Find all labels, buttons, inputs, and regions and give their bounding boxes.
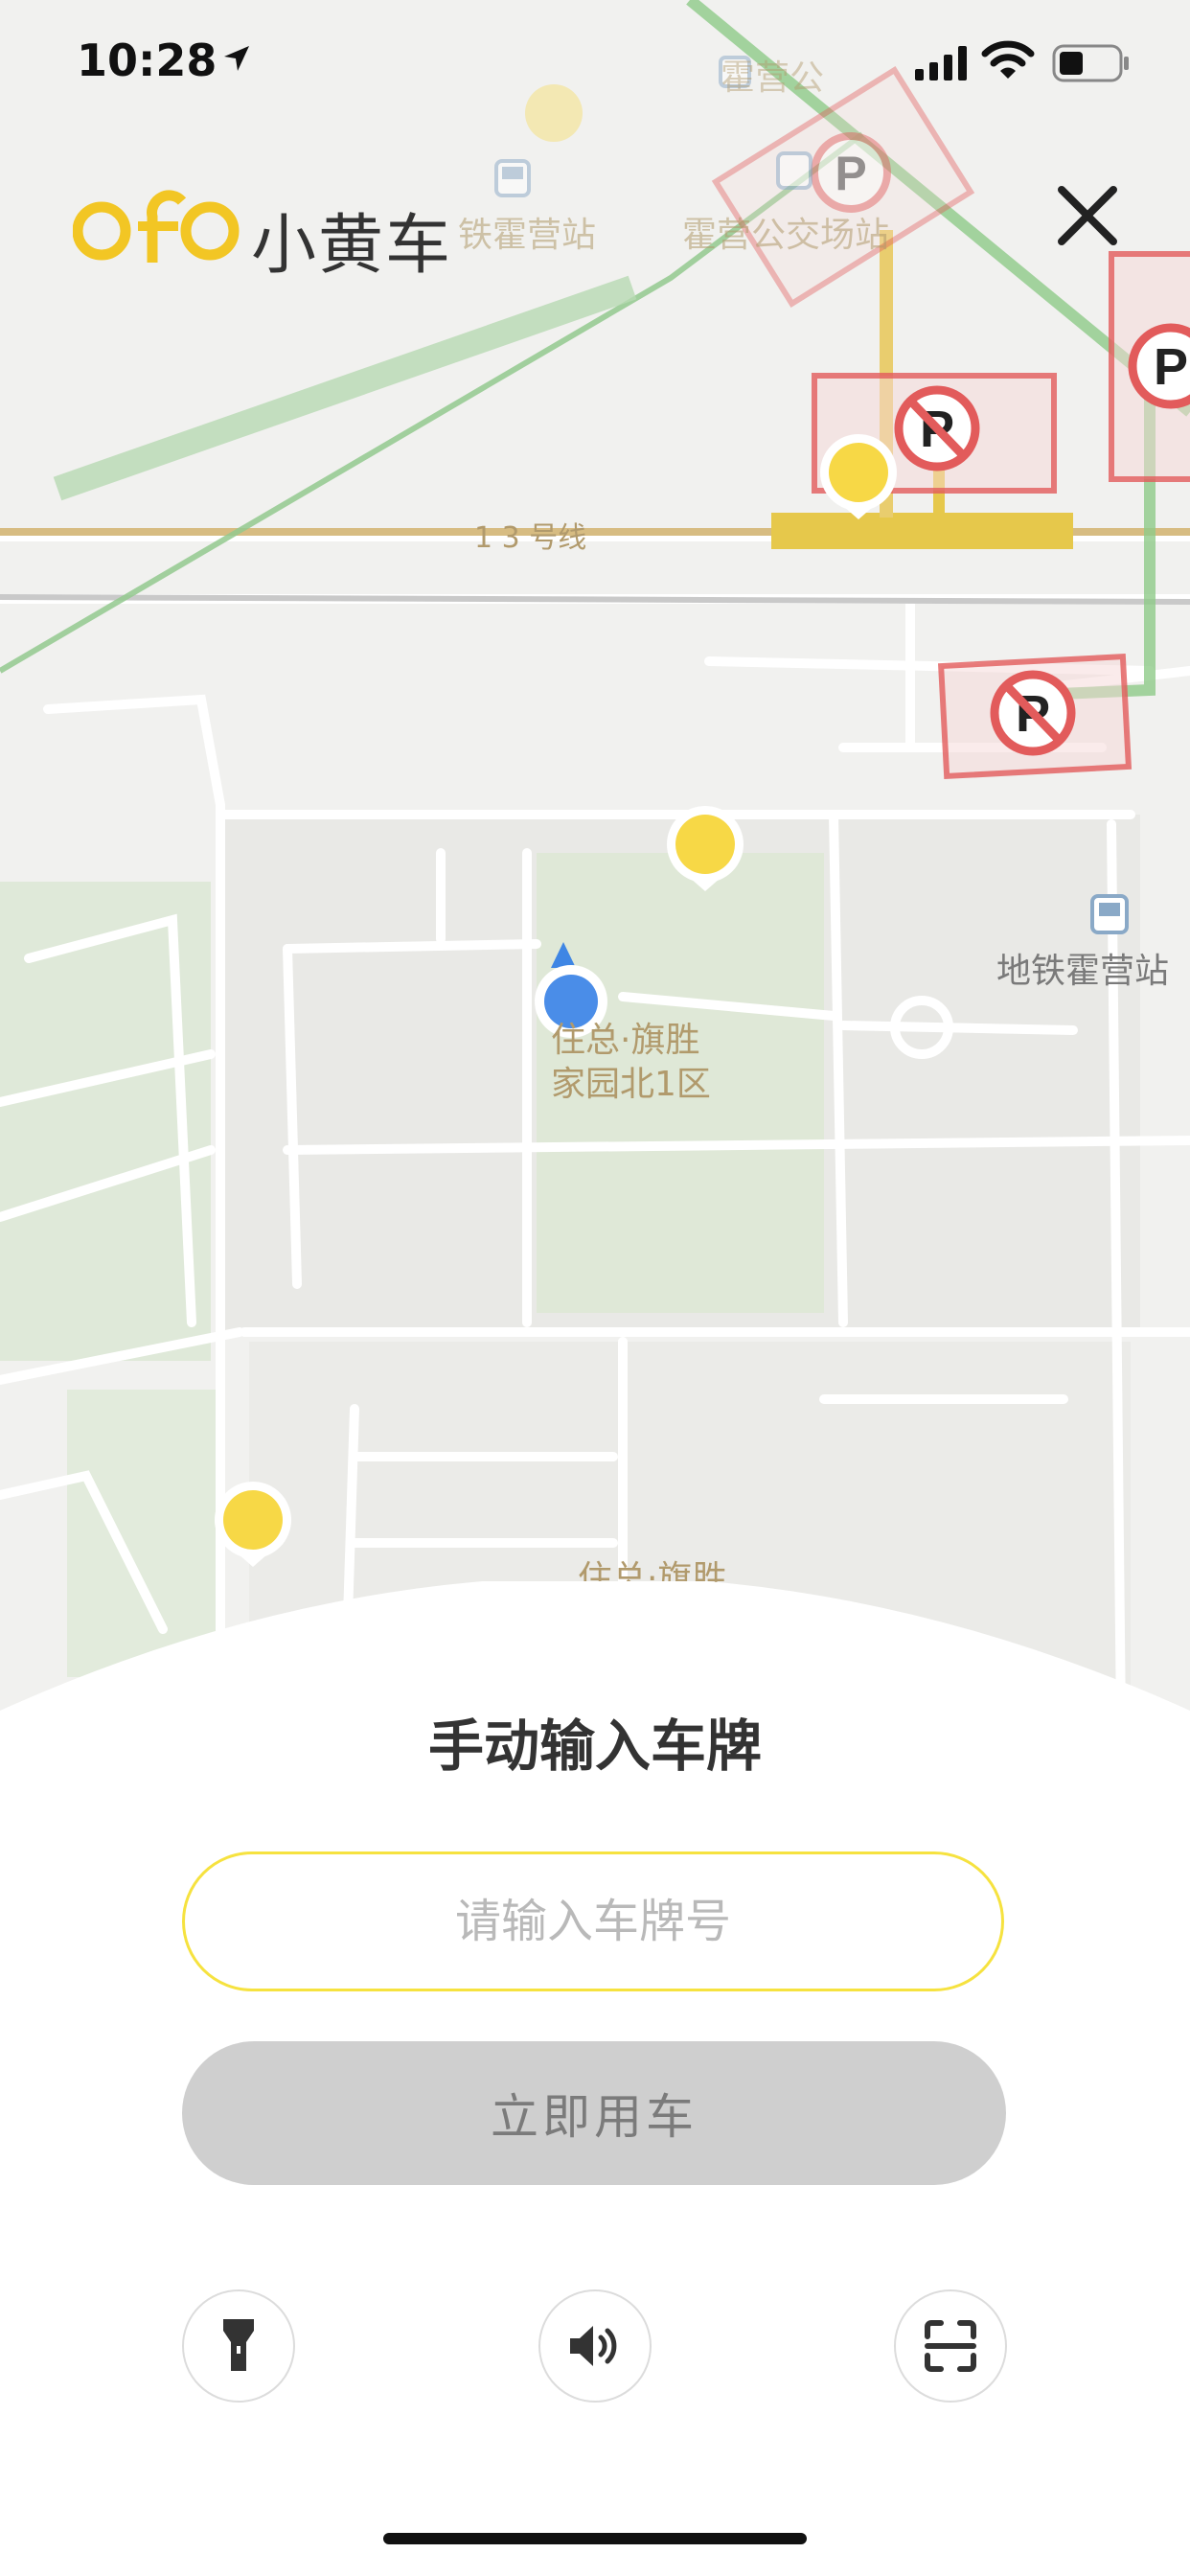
- status-time: 10:28: [77, 34, 217, 86]
- flashlight-button[interactable]: [182, 2289, 295, 2403]
- speaker-icon: [570, 2326, 617, 2366]
- close-icon[interactable]: [1054, 182, 1121, 249]
- map-label: 住总·旗胜: [551, 1021, 700, 1060]
- flashlight-icon: [223, 2319, 254, 2371]
- svg-text:P: P: [1154, 338, 1188, 396]
- use-bike-button[interactable]: 立即用车: [182, 2041, 1006, 2185]
- svg-text:P: P: [835, 147, 866, 200]
- scan-button[interactable]: [894, 2289, 1007, 2403]
- no-parking-icon: P: [894, 385, 980, 472]
- wifi-icon: [981, 40, 1035, 79]
- home-indicator[interactable]: [383, 2533, 807, 2544]
- sheet-title: 手动输入车牌: [427, 1714, 762, 1779]
- map-label: 家园北1区: [551, 1065, 711, 1104]
- map-label: 地铁霍营站: [996, 952, 1170, 991]
- ofo-logo: [73, 190, 240, 263]
- cellular-signal-icon: [915, 46, 967, 80]
- map-label: 铁霍营站: [458, 216, 597, 255]
- brand-name: 小黄车: [251, 208, 453, 284]
- plate-number-input[interactable]: [182, 1852, 1004, 1991]
- map-label: 1 3 号线: [474, 521, 587, 555]
- scan-icon: [925, 2320, 976, 2372]
- status-bar: 10:28: [0, 0, 1190, 125]
- ring-bell-button[interactable]: [538, 2289, 652, 2403]
- map-label: 霍营公交场站: [682, 216, 890, 255]
- battery-icon: [1052, 44, 1129, 82]
- location-arrow-icon: [224, 46, 249, 71]
